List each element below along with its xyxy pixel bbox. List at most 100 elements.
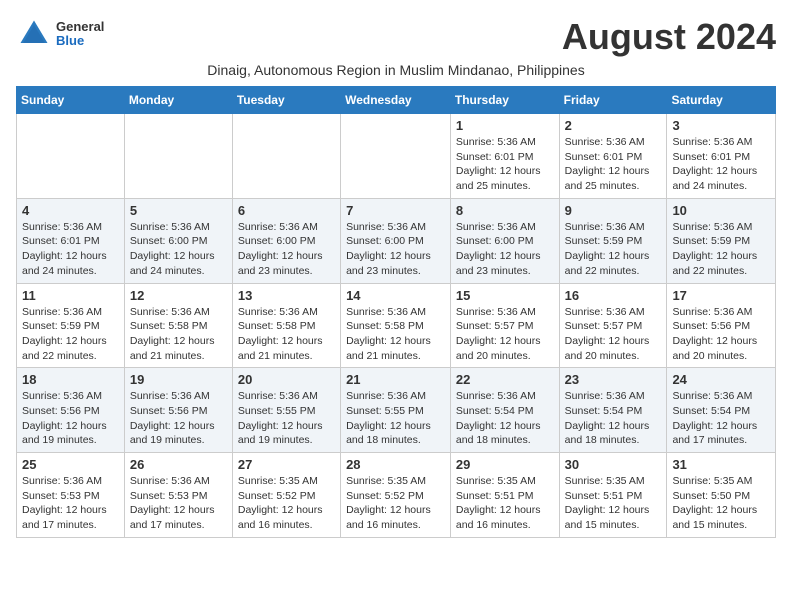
calendar-cell: 20 Sunrise: 5:36 AM Sunset: 5:55 PM Dayli… — [232, 368, 340, 453]
day-info: Sunrise: 5:36 AM Sunset: 5:59 PM Dayligh… — [22, 305, 119, 364]
page-header: General Blue August 2024 — [16, 16, 776, 58]
calendar-cell: 19 Sunrise: 5:36 AM Sunset: 5:56 PM Dayli… — [124, 368, 232, 453]
calendar-cell: 12 Sunrise: 5:36 AM Sunset: 5:58 PM Dayli… — [124, 283, 232, 368]
day-info: Sunrise: 5:36 AM Sunset: 5:56 PM Dayligh… — [130, 389, 227, 448]
calendar-cell: 16 Sunrise: 5:36 AM Sunset: 5:57 PM Dayli… — [559, 283, 667, 368]
day-number: 3 — [672, 118, 770, 133]
subtitle: Dinaig, Autonomous Region in Muslim Mind… — [16, 62, 776, 78]
calendar-week-row: 25 Sunrise: 5:36 AM Sunset: 5:53 PM Dayli… — [17, 453, 776, 538]
day-number: 8 — [456, 203, 554, 218]
calendar-cell: 23 Sunrise: 5:36 AM Sunset: 5:54 PM Dayli… — [559, 368, 667, 453]
day-number: 31 — [672, 457, 770, 472]
day-info: Sunrise: 5:36 AM Sunset: 5:59 PM Dayligh… — [565, 220, 662, 279]
calendar-cell: 6 Sunrise: 5:36 AM Sunset: 6:00 PM Daylig… — [232, 198, 340, 283]
day-info: Sunrise: 5:36 AM Sunset: 5:54 PM Dayligh… — [456, 389, 554, 448]
day-number: 30 — [565, 457, 662, 472]
calendar-cell: 9 Sunrise: 5:36 AM Sunset: 5:59 PM Daylig… — [559, 198, 667, 283]
day-number: 9 — [565, 203, 662, 218]
day-number: 7 — [346, 203, 445, 218]
day-info: Sunrise: 5:36 AM Sunset: 5:55 PM Dayligh… — [238, 389, 335, 448]
day-number: 23 — [565, 372, 662, 387]
day-info: Sunrise: 5:36 AM Sunset: 5:53 PM Dayligh… — [22, 474, 119, 533]
calendar-cell: 10Sunrise: 5:36 AM Sunset: 5:59 PM Dayli… — [667, 198, 776, 283]
day-number: 28 — [346, 457, 445, 472]
calendar-cell: 22 Sunrise: 5:36 AM Sunset: 5:54 PM Dayli… — [450, 368, 559, 453]
calendar-cell: 30 Sunrise: 5:35 AM Sunset: 5:51 PM Dayli… — [559, 453, 667, 538]
day-info: Sunrise: 5:35 AM Sunset: 5:51 PM Dayligh… — [565, 474, 662, 533]
calendar-cell — [17, 114, 125, 199]
day-info: Sunrise: 5:36 AM Sunset: 6:00 PM Dayligh… — [346, 220, 445, 279]
day-info: Sunrise: 5:36 AM Sunset: 6:00 PM Dayligh… — [130, 220, 227, 279]
logo-blue: Blue — [56, 34, 104, 48]
calendar-cell: 5 Sunrise: 5:36 AM Sunset: 6:00 PM Daylig… — [124, 198, 232, 283]
calendar-cell: 25 Sunrise: 5:36 AM Sunset: 5:53 PM Dayli… — [17, 453, 125, 538]
weekday-header-row: SundayMondayTuesdayWednesdayThursdayFrid… — [17, 87, 776, 114]
day-number: 21 — [346, 372, 445, 387]
day-number: 22 — [456, 372, 554, 387]
day-info: Sunrise: 5:36 AM Sunset: 5:58 PM Dayligh… — [238, 305, 335, 364]
logo-text: General Blue — [56, 20, 104, 49]
day-info: Sunrise: 5:36 AM Sunset: 5:54 PM Dayligh… — [565, 389, 662, 448]
calendar-cell: 28 Sunrise: 5:35 AM Sunset: 5:52 PM Dayli… — [341, 453, 451, 538]
calendar-cell: 11 Sunrise: 5:36 AM Sunset: 5:59 PM Dayli… — [17, 283, 125, 368]
day-number: 29 — [456, 457, 554, 472]
day-info: Sunrise: 5:36 AM Sunset: 6:01 PM Dayligh… — [672, 135, 770, 194]
calendar-cell: 8 Sunrise: 5:36 AM Sunset: 6:00 PM Daylig… — [450, 198, 559, 283]
calendar-cell — [232, 114, 340, 199]
calendar-cell: 7 Sunrise: 5:36 AM Sunset: 6:00 PM Daylig… — [341, 198, 451, 283]
day-info: Sunrise: 5:36 AM Sunset: 5:59 PM Dayligh… — [672, 220, 770, 279]
day-number: 1 — [456, 118, 554, 133]
day-number: 17 — [672, 288, 770, 303]
day-number: 19 — [130, 372, 227, 387]
calendar-cell: 2Sunrise: 5:36 AM Sunset: 6:01 PM Daylig… — [559, 114, 667, 199]
day-number: 6 — [238, 203, 335, 218]
day-number: 5 — [130, 203, 227, 218]
weekday-header: Monday — [124, 87, 232, 114]
day-info: Sunrise: 5:36 AM Sunset: 5:56 PM Dayligh… — [22, 389, 119, 448]
day-number: 20 — [238, 372, 335, 387]
calendar-cell: 13Sunrise: 5:36 AM Sunset: 5:58 PM Dayli… — [232, 283, 340, 368]
day-number: 16 — [565, 288, 662, 303]
calendar-cell — [124, 114, 232, 199]
day-info: Sunrise: 5:36 AM Sunset: 5:57 PM Dayligh… — [565, 305, 662, 364]
day-info: Sunrise: 5:36 AM Sunset: 5:58 PM Dayligh… — [130, 305, 227, 364]
weekday-header: Sunday — [17, 87, 125, 114]
day-number: 24 — [672, 372, 770, 387]
day-number: 4 — [22, 203, 119, 218]
calendar-cell: 31Sunrise: 5:35 AM Sunset: 5:50 PM Dayli… — [667, 453, 776, 538]
day-info: Sunrise: 5:36 AM Sunset: 6:00 PM Dayligh… — [456, 220, 554, 279]
weekday-header: Friday — [559, 87, 667, 114]
day-number: 15 — [456, 288, 554, 303]
day-info: Sunrise: 5:36 AM Sunset: 5:55 PM Dayligh… — [346, 389, 445, 448]
weekday-header: Wednesday — [341, 87, 451, 114]
logo-icon — [16, 16, 52, 52]
day-info: Sunrise: 5:36 AM Sunset: 6:01 PM Dayligh… — [456, 135, 554, 194]
day-number: 26 — [130, 457, 227, 472]
day-info: Sunrise: 5:36 AM Sunset: 5:53 PM Dayligh… — [130, 474, 227, 533]
calendar-cell: 14 Sunrise: 5:36 AM Sunset: 5:58 PM Dayli… — [341, 283, 451, 368]
calendar-cell: 4Sunrise: 5:36 AM Sunset: 6:01 PM Daylig… — [17, 198, 125, 283]
calendar-cell: 27Sunrise: 5:35 AM Sunset: 5:52 PM Dayli… — [232, 453, 340, 538]
day-number: 11 — [22, 288, 119, 303]
day-info: Sunrise: 5:36 AM Sunset: 6:00 PM Dayligh… — [238, 220, 335, 279]
day-number: 12 — [130, 288, 227, 303]
day-number: 2 — [565, 118, 662, 133]
logo: General Blue — [16, 16, 104, 52]
logo-general: General — [56, 20, 104, 34]
weekday-header: Thursday — [450, 87, 559, 114]
calendar-cell: 18Sunrise: 5:36 AM Sunset: 5:56 PM Dayli… — [17, 368, 125, 453]
day-info: Sunrise: 5:36 AM Sunset: 5:54 PM Dayligh… — [672, 389, 770, 448]
day-info: Sunrise: 5:35 AM Sunset: 5:52 PM Dayligh… — [346, 474, 445, 533]
calendar-week-row: 4Sunrise: 5:36 AM Sunset: 6:01 PM Daylig… — [17, 198, 776, 283]
day-number: 25 — [22, 457, 119, 472]
day-info: Sunrise: 5:36 AM Sunset: 5:58 PM Dayligh… — [346, 305, 445, 364]
day-number: 14 — [346, 288, 445, 303]
calendar-table: SundayMondayTuesdayWednesdayThursdayFrid… — [16, 86, 776, 538]
calendar-cell — [341, 114, 451, 199]
calendar-cell: 1 Sunrise: 5:36 AM Sunset: 6:01 PM Daylig… — [450, 114, 559, 199]
calendar-cell: 21 Sunrise: 5:36 AM Sunset: 5:55 PM Dayli… — [341, 368, 451, 453]
weekday-header: Tuesday — [232, 87, 340, 114]
day-info: Sunrise: 5:36 AM Sunset: 5:57 PM Dayligh… — [456, 305, 554, 364]
calendar-cell: 3 Sunrise: 5:36 AM Sunset: 6:01 PM Daylig… — [667, 114, 776, 199]
calendar-week-row: 11 Sunrise: 5:36 AM Sunset: 5:59 PM Dayli… — [17, 283, 776, 368]
